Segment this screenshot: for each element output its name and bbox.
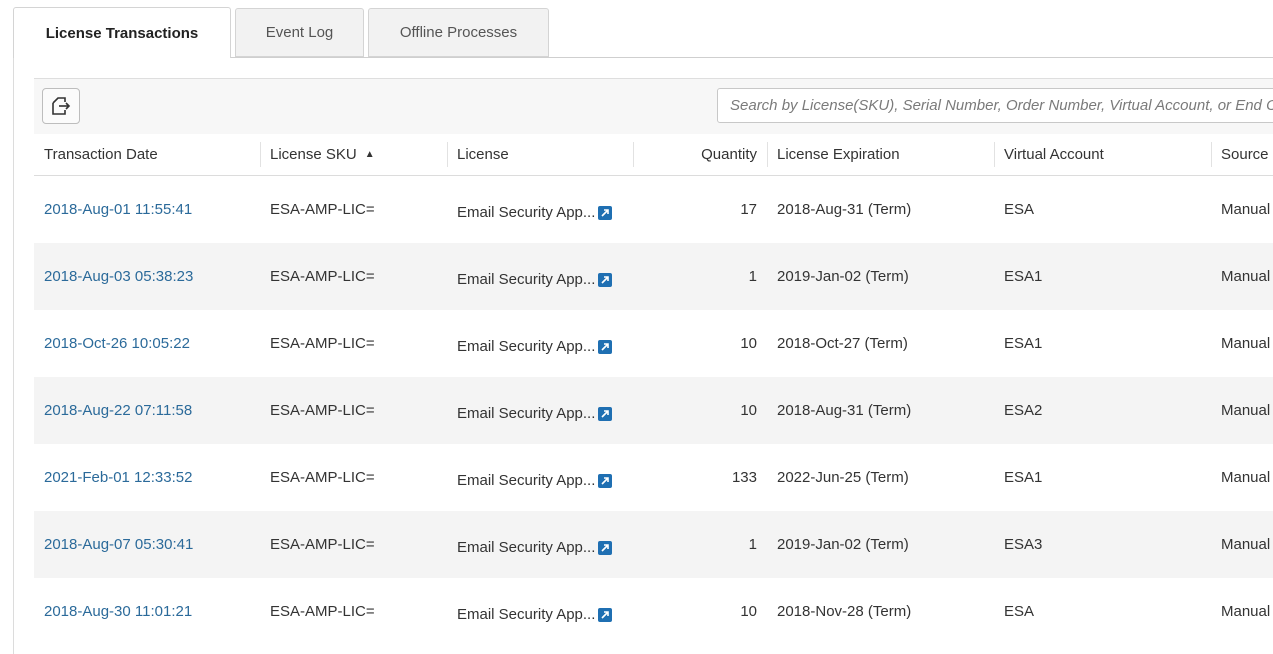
license-name[interactable]: Email Security App... <box>457 472 595 489</box>
external-link-icon[interactable] <box>598 540 613 555</box>
license-sku-cell: ESA-AMP-LIC= <box>270 469 375 486</box>
license-name[interactable]: Email Security App... <box>457 204 595 221</box>
license-expiration-cell: 2022-Jun-25 (Term) <box>777 469 909 486</box>
external-link-icon[interactable] <box>598 205 613 220</box>
quantity-cell: 10 <box>740 402 757 419</box>
quantity-cell: 1 <box>748 536 757 553</box>
tab-license-transactions[interactable]: License Transactions <box>13 7 231 58</box>
license-sku-cell: ESA-AMP-LIC= <box>270 402 375 419</box>
column-header-source[interactable]: Source <box>1211 134 1273 175</box>
source-cell: Manual <box>1221 469 1271 486</box>
quantity-cell: 17 <box>740 201 757 218</box>
tab-underline <box>231 57 1273 58</box>
panel-border <box>13 58 14 654</box>
tab-event-log[interactable]: Event Log <box>235 8 364 57</box>
license-sku-cell: ESA-AMP-LIC= <box>270 268 375 285</box>
export-button[interactable] <box>42 88 80 124</box>
external-link-icon[interactable] <box>598 272 613 287</box>
license-name[interactable]: Email Security App... <box>457 271 595 288</box>
transaction-date-link[interactable]: 2021-Feb-01 12:33:52 <box>34 444 251 511</box>
source-cell: Manual <box>1221 335 1271 352</box>
license-expiration-cell: 2018-Aug-31 (Term) <box>777 402 912 419</box>
virtual-account-cell: ESA1 <box>1004 335 1043 352</box>
license-cell: Email Security App... <box>447 310 633 377</box>
license-cell: Email Security App... <box>447 511 633 578</box>
license-expiration-cell: 2019-Jan-02 (Term) <box>777 536 909 553</box>
transaction-date-link[interactable]: 2018-Aug-01 11:55:41 <box>34 176 251 243</box>
search-input[interactable] <box>717 88 1273 123</box>
tab-bar: License Transactions Event Log Offline P… <box>13 7 1273 58</box>
license-expiration-cell: 2018-Oct-27 (Term) <box>777 335 908 352</box>
license-cell: Email Security App... <box>447 377 633 444</box>
quantity-cell: 133 <box>731 469 757 486</box>
column-header-label: Quantity <box>701 146 757 163</box>
license-name[interactable]: Email Security App... <box>457 606 595 623</box>
column-header-license[interactable]: License <box>447 134 633 175</box>
license-name[interactable]: Email Security App... <box>457 338 595 355</box>
license-sku-cell: ESA-AMP-LIC= <box>270 536 375 553</box>
table-row[interactable]: 2018-Aug-22 07:11:58 ESA-AMP-LIC= Email Se… <box>34 377 1273 444</box>
license-expiration-cell: 2018-Aug-31 (Term) <box>777 201 912 218</box>
license-sku-cell: ESA-AMP-LIC= <box>270 603 375 620</box>
source-cell: Manual <box>1221 268 1271 285</box>
source-cell: Manual <box>1221 536 1271 553</box>
source-cell: Manual <box>1221 402 1271 419</box>
license-cell: Email Security App... <box>447 578 633 645</box>
virtual-account-cell: ESA <box>1004 603 1035 620</box>
source-cell: Manual <box>1221 603 1271 620</box>
external-link-icon[interactable] <box>598 339 613 354</box>
table-row[interactable]: 2018-Aug-03 05:38:23 ESA-AMP-LIC= Email Se… <box>34 243 1273 310</box>
virtual-account-cell: ESA3 <box>1004 536 1043 553</box>
external-link-icon[interactable] <box>598 473 613 488</box>
column-header-label: Source <box>1221 146 1269 163</box>
table-toolbar <box>34 78 1273 135</box>
virtual-account-cell: ESA2 <box>1004 402 1043 419</box>
transaction-date-link[interactable]: 2018-Aug-30 11:01:21 <box>34 578 251 645</box>
license-name[interactable]: Email Security App... <box>457 539 595 556</box>
virtual-account-cell: ESA1 <box>1004 268 1043 285</box>
table-body: 2018-Aug-01 11:55:41 ESA-AMP-LIC= Email Se… <box>34 176 1273 645</box>
license-name[interactable]: Email Security App... <box>457 405 595 422</box>
export-icon <box>52 97 71 115</box>
column-header-virtual-account[interactable]: Virtual Account <box>994 134 1210 175</box>
external-link-icon[interactable] <box>598 607 613 622</box>
column-header-label: Virtual Account <box>1004 146 1104 163</box>
license-cell: Email Security App... <box>447 243 633 310</box>
virtual-account-cell: ESA <box>1004 201 1035 218</box>
quantity-cell: 10 <box>740 603 757 620</box>
source-cell: Manual <box>1221 201 1271 218</box>
license-sku-cell: ESA-AMP-LIC= <box>270 201 375 218</box>
column-header-transaction-date[interactable]: Transaction Date <box>34 134 251 175</box>
license-sku-cell: ESA-AMP-LIC= <box>270 335 375 352</box>
license-transactions-table: Transaction Date License SKU ▲ License Qu… <box>34 134 1273 645</box>
table-row[interactable]: 2018-Aug-30 11:01:21 ESA-AMP-LIC= Email Se… <box>34 578 1273 645</box>
column-header-label: Transaction Date <box>44 146 158 163</box>
license-cell: Email Security App... <box>447 176 633 243</box>
transaction-date-link[interactable]: 2018-Oct-26 10:05:22 <box>34 310 251 377</box>
license-cell: Email Security App... <box>447 444 633 511</box>
transaction-date-link[interactable]: 2018-Aug-07 05:30:41 <box>34 511 251 578</box>
virtual-account-cell: ESA1 <box>1004 469 1043 486</box>
license-expiration-cell: 2018-Nov-28 (Term) <box>777 603 912 620</box>
column-header-label: License <box>457 146 509 163</box>
external-link-icon[interactable] <box>598 406 613 421</box>
transaction-date-link[interactable]: 2018-Aug-03 05:38:23 <box>34 243 251 310</box>
table-row[interactable]: 2018-Aug-07 05:30:41 ESA-AMP-LIC= Email Se… <box>34 511 1273 578</box>
sort-ascending-icon: ▲ <box>364 149 375 160</box>
table-header: Transaction Date License SKU ▲ License Qu… <box>34 134 1273 176</box>
column-header-label: License SKU <box>270 146 357 163</box>
table-row[interactable]: 2021-Feb-01 12:33:52 ESA-AMP-LIC= Email Se… <box>34 444 1273 511</box>
column-header-license-expiration[interactable]: License Expiration <box>767 134 993 175</box>
tab-offline-processes[interactable]: Offline Processes <box>368 8 549 57</box>
table-row[interactable]: 2018-Oct-26 10:05:22 ESA-AMP-LIC= Email Se… <box>34 310 1273 377</box>
column-header-license-sku[interactable]: License SKU ▲ <box>260 134 446 175</box>
column-header-label: License Expiration <box>777 146 900 163</box>
license-expiration-cell: 2019-Jan-02 (Term) <box>777 268 909 285</box>
column-header-quantity[interactable]: Quantity <box>633 134 767 175</box>
table-row[interactable]: 2018-Aug-01 11:55:41 ESA-AMP-LIC= Email Se… <box>34 176 1273 243</box>
transaction-date-link[interactable]: 2018-Aug-22 07:11:58 <box>34 377 251 444</box>
quantity-cell: 10 <box>740 335 757 352</box>
quantity-cell: 1 <box>748 268 757 285</box>
